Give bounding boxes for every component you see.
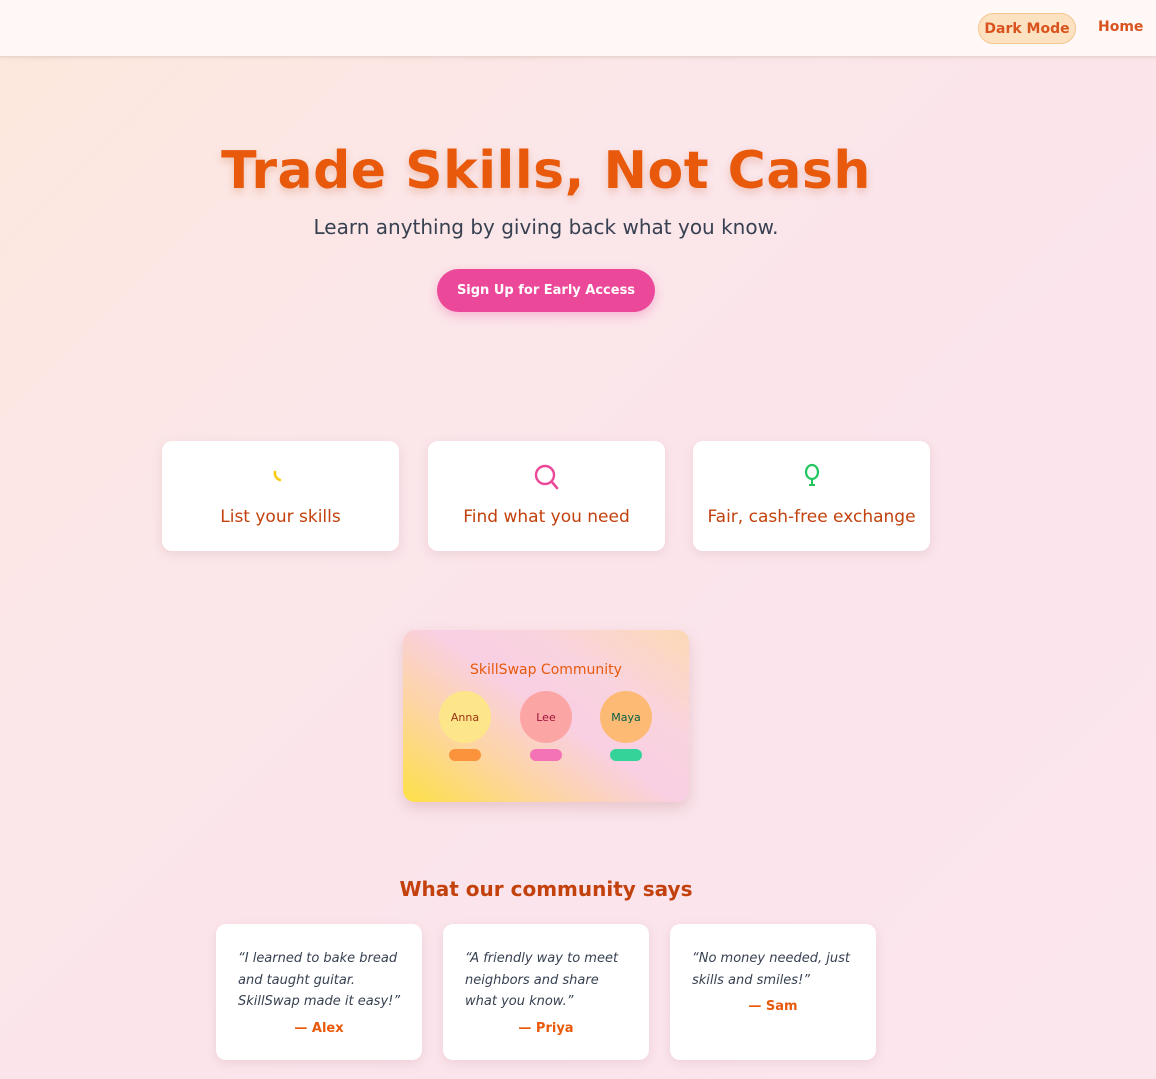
top-navbar: Dark Mode Home bbox=[0, 0, 1156, 57]
signup-early-access-button[interactable]: Sign Up for Early Access bbox=[437, 269, 655, 312]
home-link[interactable]: Home bbox=[1098, 19, 1143, 35]
feature-label: Fair, cash-free exchange bbox=[707, 507, 916, 527]
testimonial-card: “No money needed, just skills and smiles… bbox=[670, 924, 876, 1060]
feature-card-list-skills: List your skills bbox=[162, 441, 399, 551]
dark-mode-toggle-button[interactable]: Dark Mode bbox=[978, 13, 1076, 44]
avatar: Anna bbox=[439, 691, 491, 743]
feature-label: List your skills bbox=[220, 507, 341, 527]
avatar-name: Anna bbox=[450, 710, 480, 724]
testimonial-quote: “A friendly way to meet neighbors and sh… bbox=[465, 951, 619, 1009]
hero-title: Trade Skills, Not Cash bbox=[221, 141, 871, 201]
skill-pill bbox=[530, 749, 562, 761]
testimonial-card: “I learned to bake bread and taught guit… bbox=[216, 924, 422, 1060]
testimonial-quote: “No money needed, just skills and smiles… bbox=[692, 951, 850, 988]
spinner-icon bbox=[273, 470, 281, 482]
avatar-name: Lee bbox=[536, 710, 556, 724]
testimonial-card: “A friendly way to meet neighbors and sh… bbox=[443, 924, 649, 1060]
testimonial-author: — Alex bbox=[294, 1021, 344, 1036]
balloon-icon bbox=[804, 463, 819, 486]
feature-label: Find what you need bbox=[463, 507, 630, 527]
testimonial-author: — Sam bbox=[748, 999, 798, 1014]
skill-pill bbox=[449, 749, 481, 761]
avatar: Lee bbox=[520, 691, 572, 743]
search-icon bbox=[534, 464, 558, 490]
community-title: SkillSwap Community bbox=[470, 662, 622, 678]
avatar: Maya bbox=[600, 691, 652, 743]
testimonial-author: — Priya bbox=[518, 1021, 574, 1036]
community-illustration: SkillSwap Community Anna Lee Maya bbox=[403, 630, 689, 802]
testimonials-heading: What our community says bbox=[399, 877, 693, 901]
skill-pill bbox=[610, 749, 642, 761]
testimonial-quote: “I learned to bake bread and taught guit… bbox=[238, 951, 401, 1009]
avatar-name: Maya bbox=[611, 710, 641, 724]
hero-subtitle: Learn anything by giving back what you k… bbox=[313, 215, 779, 239]
feature-card-fair-exchange: Fair, cash-free exchange bbox=[693, 441, 930, 551]
feature-card-find-need: Find what you need bbox=[428, 441, 665, 551]
